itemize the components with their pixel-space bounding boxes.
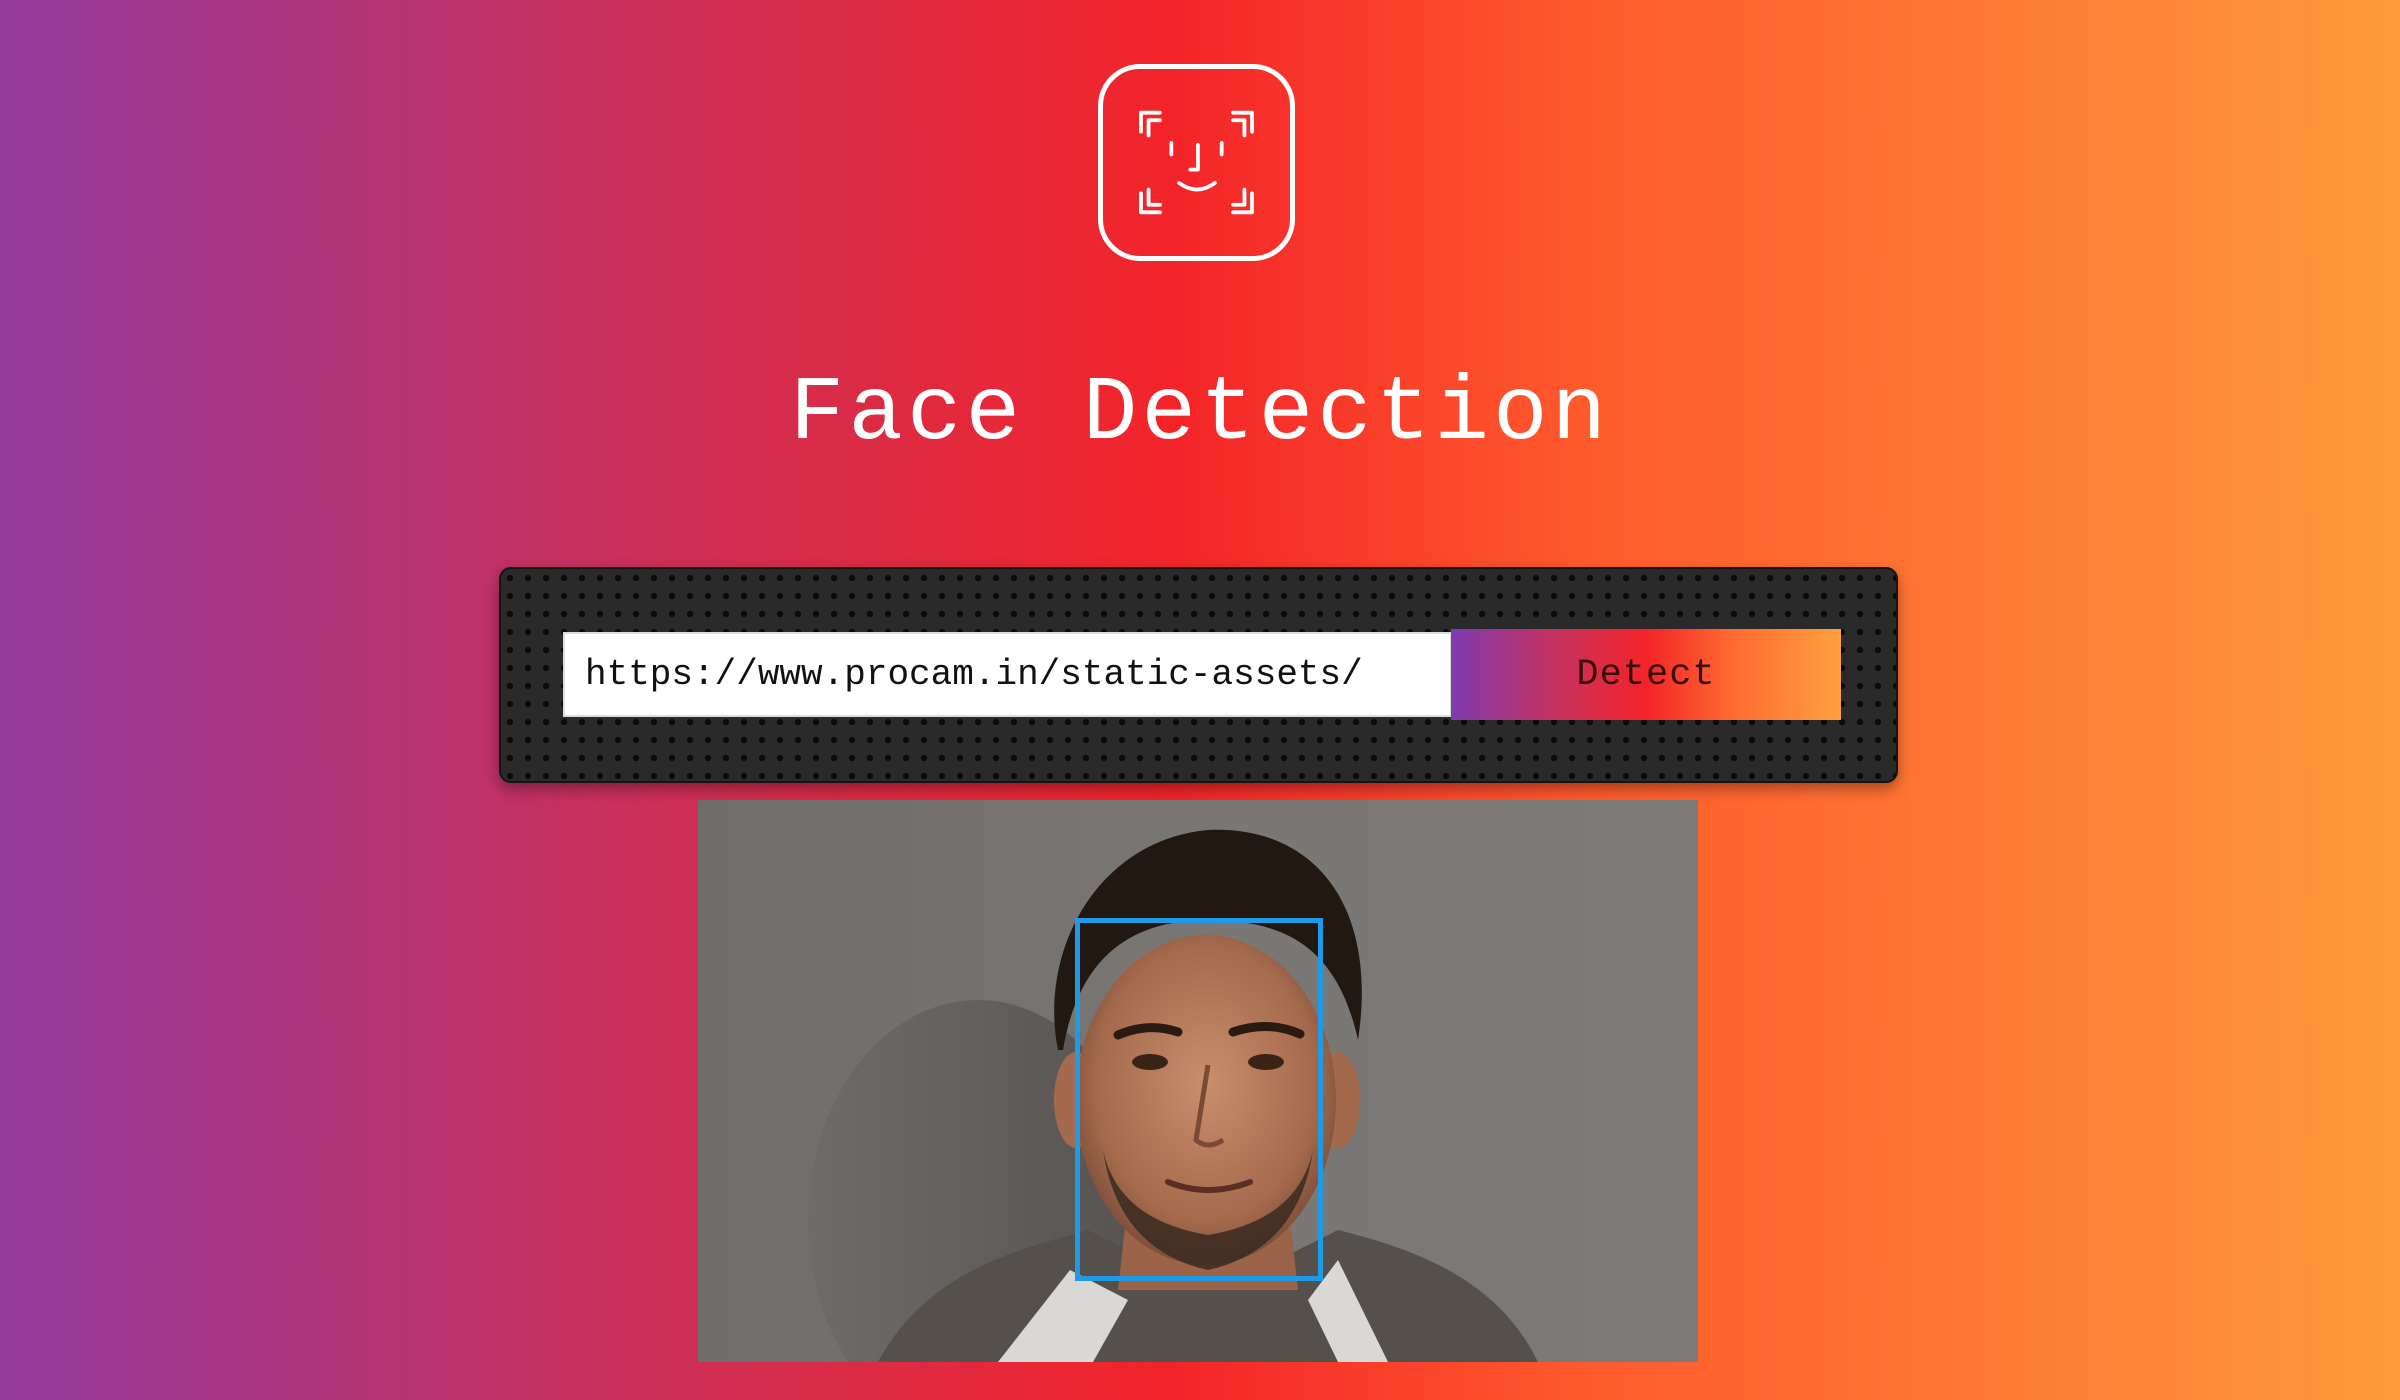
url-input[interactable]	[563, 632, 1452, 717]
face-id-logo	[1098, 64, 1295, 261]
detect-button[interactable]: Detect	[1451, 629, 1841, 720]
face-bounding-box	[1075, 918, 1323, 1281]
page-title: Face Detection	[789, 363, 1611, 466]
face-id-icon	[1139, 110, 1254, 215]
